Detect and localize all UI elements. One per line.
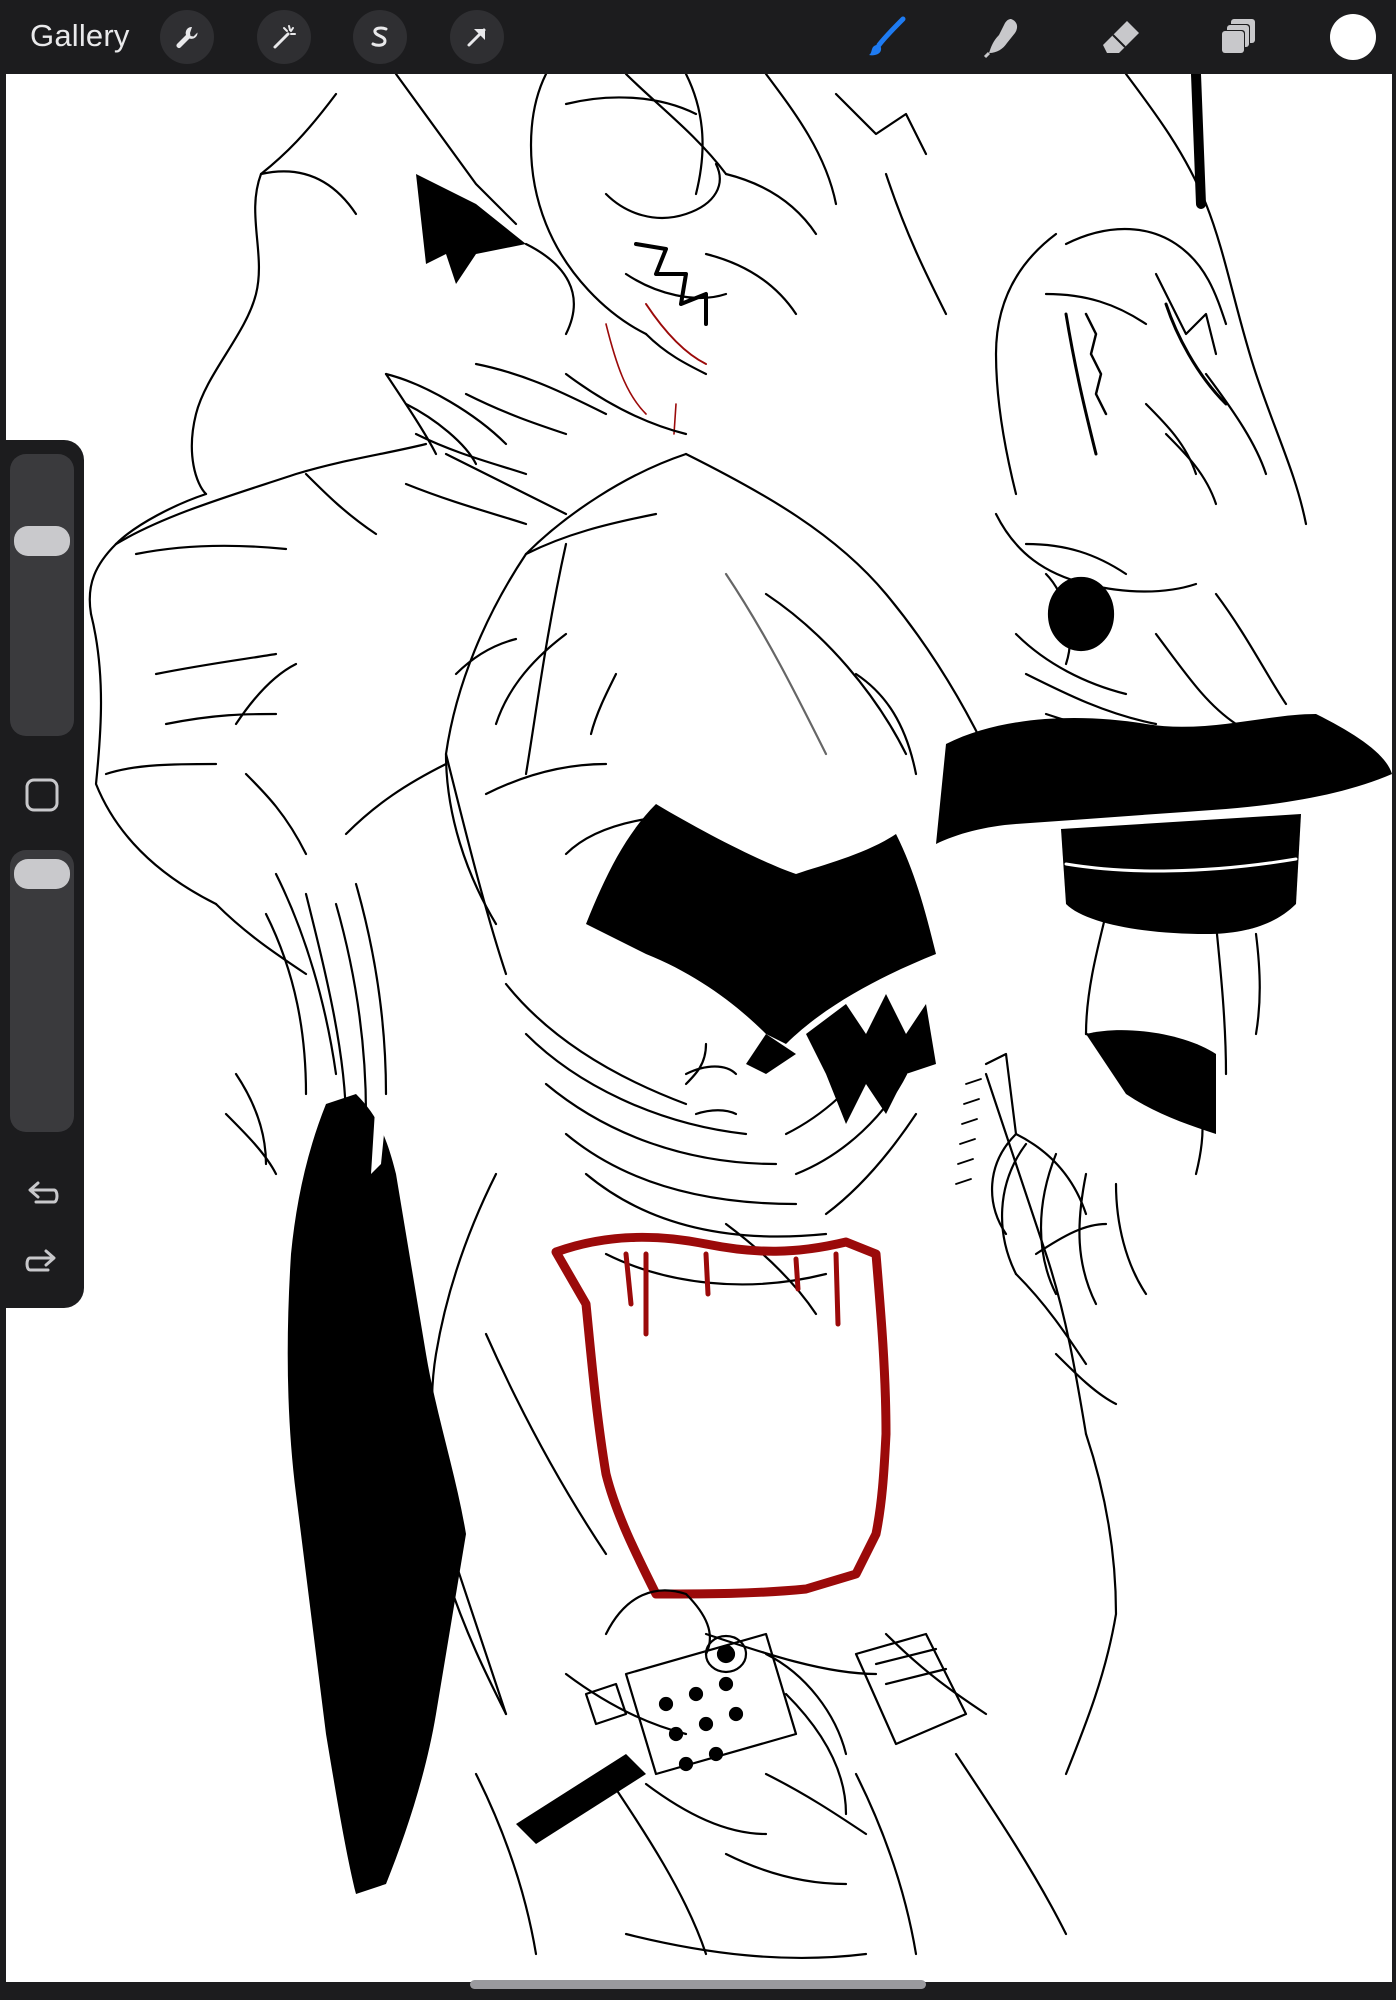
- wrench-icon: [176, 26, 198, 48]
- transform-button[interactable]: [450, 10, 504, 64]
- brush-size-slider[interactable]: [10, 454, 74, 736]
- top-toolbar: Gallery: [0, 0, 1396, 74]
- selection-s-icon: [371, 26, 388, 47]
- eraser-tool[interactable]: [1096, 12, 1146, 62]
- smudge-tool[interactable]: [978, 12, 1028, 62]
- left-sidebar: [0, 440, 84, 1308]
- brush-icon: [869, 16, 906, 56]
- transform-arrow-icon: [467, 28, 486, 47]
- layers-button[interactable]: [1214, 12, 1264, 62]
- home-indicator: [470, 1980, 926, 1989]
- hooded-figure: [224, 452, 1148, 1960]
- modify-square-icon[interactable]: [22, 775, 62, 815]
- zippo-lighter: [516, 1589, 868, 1886]
- undo-icon[interactable]: [20, 1172, 64, 1216]
- drawing-canvas[interactable]: [6, 74, 1392, 1982]
- eraser-icon: [1103, 21, 1139, 53]
- color-picker-button[interactable]: [1330, 14, 1376, 60]
- brush-size-thumb[interactable]: [14, 526, 70, 557]
- actions-button[interactable]: [160, 10, 214, 64]
- layers-icon: [1221, 19, 1255, 54]
- top-hat-creature: [936, 74, 1392, 1176]
- opacity-thumb[interactable]: [14, 858, 70, 889]
- magic-wand-icon: [273, 25, 296, 49]
- adjustments-button[interactable]: [257, 10, 311, 64]
- brush-tool[interactable]: [862, 12, 912, 62]
- procreate-app: Gallery: [0, 0, 1396, 2000]
- gallery-button[interactable]: Gallery: [30, 16, 130, 56]
- selection-button[interactable]: [353, 10, 407, 64]
- opacity-slider[interactable]: [10, 850, 74, 1132]
- redo-icon[interactable]: [20, 1240, 64, 1284]
- smudge-icon: [983, 19, 1018, 59]
- artwork: [88, 74, 1392, 1960]
